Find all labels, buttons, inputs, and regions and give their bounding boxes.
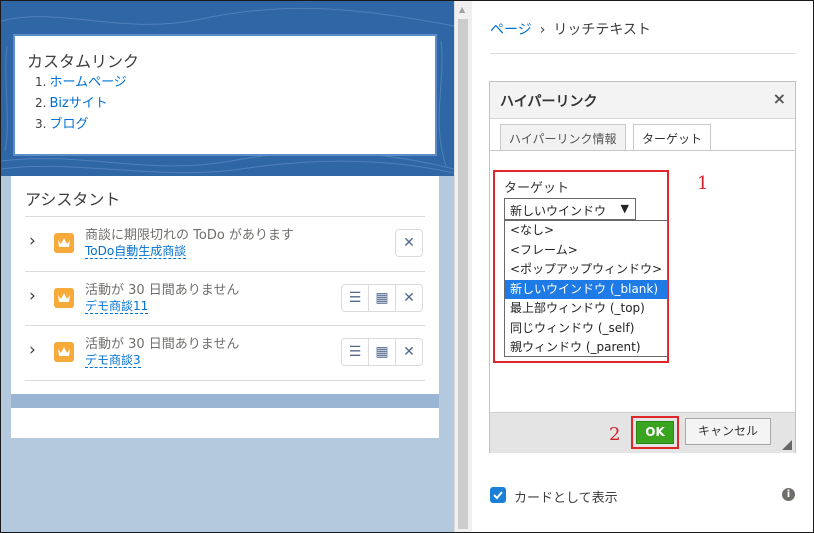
row-actions: ☰ ▦ ✕ [341, 338, 423, 366]
target-select[interactable]: 新しいウインドウ ▼ [504, 198, 636, 220]
chevron-right-icon[interactable]: › [29, 340, 36, 360]
dialog-footer: 2 OK キャンセル [490, 412, 795, 453]
component-separator [11, 394, 439, 408]
tab-target[interactable]: ターゲット [633, 124, 712, 151]
biz-site-link[interactable]: Bizサイト [49, 96, 107, 111]
opportunity-link[interactable]: ToDo自動生成商談 [85, 244, 187, 259]
close-icon: ✕ [403, 290, 415, 306]
close-icon[interactable]: × [773, 89, 786, 108]
task-list-icon: ☰ [348, 290, 362, 306]
list-number: 3. [35, 117, 47, 131]
list-item: 3. ブログ [35, 114, 127, 135]
option-parent[interactable]: 親ウィンドウ (_parent) [505, 338, 667, 358]
calendar-icon: ▦ [375, 344, 389, 360]
opportunity-link[interactable]: デモ商談3 [85, 353, 141, 368]
new-event-button[interactable]: ▦ [368, 338, 396, 366]
breadcrumb-separator: › [539, 22, 546, 38]
calendar-icon: ▦ [375, 290, 389, 306]
info-icon[interactable]: i [782, 488, 795, 501]
chevron-right-icon[interactable]: › [29, 286, 36, 306]
page-canvas: カスタムリンク 1. ホームページ 2. Bizサイト 3. ブログ アシスタント › [1, 1, 454, 532]
annotation-number-1: 1 [697, 173, 709, 194]
row-actions: ☰ ▦ ✕ [341, 284, 423, 312]
dismiss-button[interactable]: ✕ [395, 229, 423, 257]
dialog-title: ハイパーリンク [500, 94, 598, 110]
list-item: 2. Bizサイト [35, 93, 127, 114]
target-options-list: <なし> <フレーム> <ポップアップウィンドウ> 新しいウインドウ (_bla… [504, 220, 668, 357]
target-select-value: 新しいウインドウ [510, 204, 607, 218]
blog-link[interactable]: ブログ [49, 117, 88, 132]
opportunity-link[interactable]: デモ商談11 [85, 299, 149, 314]
custom-links-card: カスタムリンク 1. ホームページ 2. Bizサイト 3. ブログ [13, 34, 437, 156]
assistant-message: 商談に期限切れの ToDo があります [85, 228, 294, 243]
row-actions: ✕ [395, 229, 423, 257]
screenshot-frame: カスタムリンク 1. ホームページ 2. Bizサイト 3. ブログ アシスタント › [0, 0, 814, 533]
caret-down-icon: ▼ [620, 202, 629, 215]
crown-icon [54, 288, 74, 308]
option-none[interactable]: <なし> [505, 221, 667, 241]
list-number: 1. [35, 75, 47, 89]
option-self[interactable]: 同じウィンドウ (_self) [505, 319, 667, 339]
assistant-message: 活動が 30 日間ありません [85, 337, 240, 352]
breadcrumb-page-link[interactable]: ページ [490, 22, 532, 38]
close-icon: ✕ [403, 235, 415, 251]
option-frame[interactable]: <フレーム> [505, 241, 667, 261]
crown-icon [54, 342, 74, 362]
new-task-button[interactable]: ☰ [341, 284, 369, 312]
dialog-header: ハイパーリンク × [490, 82, 795, 119]
assistant-row: › 活動が 30 日間ありません デモ商談3 ☰ ▦ ✕ [25, 325, 425, 381]
target-label: ターゲット [504, 181, 570, 196]
ok-button[interactable]: OK [636, 421, 674, 444]
scrollbar-thumb[interactable] [458, 19, 468, 529]
chevron-right-icon[interactable]: › [29, 231, 36, 251]
task-list-icon: ☰ [348, 344, 362, 360]
annotation-box-1: ターゲット 新しいウインドウ ▼ <なし> <フレーム> <ポップアップウィンド… [493, 170, 669, 363]
new-event-button[interactable]: ▦ [368, 284, 396, 312]
tab-hyperlink-info[interactable]: ハイパーリンク情報 [500, 124, 626, 150]
assistant-row: › 商談に期限切れの ToDo があります ToDo自動生成商談 ✕ [25, 216, 425, 271]
option-popup[interactable]: <ポップアップウィンドウ> [505, 260, 667, 280]
vertical-scrollbar[interactable]: ▲ [454, 1, 472, 532]
assistant-card: アシスタント › 商談に期限切れの ToDo があります ToDo自動生成商談 … [11, 176, 439, 394]
scroll-up-icon[interactable]: ▲ [459, 5, 465, 14]
checkmark-icon [493, 491, 503, 500]
custom-links-title: カスタムリンク [27, 52, 140, 71]
list-number: 2. [35, 96, 47, 110]
properties-panel: ページ › リッチテキスト ハイパーリンク × ハイパーリンク情報 ターゲット ター… [472, 1, 813, 532]
homepage-link[interactable]: ホームページ [49, 75, 126, 90]
cancel-button[interactable]: キャンセル [685, 418, 771, 445]
assistant-row: › 活動が 30 日間ありません デモ商談11 ☰ ▦ ✕ [25, 271, 425, 326]
resize-handle-icon[interactable] [782, 440, 792, 450]
list-item: 1. ホームページ [35, 72, 127, 93]
new-task-button[interactable]: ☰ [341, 338, 369, 366]
annotation-number-2: 2 [609, 424, 621, 445]
assistant-title: アシスタント [25, 190, 121, 209]
option-top[interactable]: 最上部ウィンドウ (_top) [505, 299, 667, 319]
empty-component[interactable] [11, 408, 439, 438]
crown-icon [54, 233, 74, 253]
dismiss-button[interactable]: ✕ [395, 338, 423, 366]
option-blank[interactable]: 新しいウインドウ (_blank) [505, 279, 667, 299]
custom-links-list: 1. ホームページ 2. Bizサイト 3. ブログ [35, 72, 127, 135]
close-icon: ✕ [403, 344, 415, 360]
divider [490, 53, 795, 54]
breadcrumb: ページ › リッチテキスト [490, 19, 651, 39]
dismiss-button[interactable]: ✕ [395, 284, 423, 312]
assistant-message: 活動が 30 日間ありません [85, 283, 240, 298]
breadcrumb-current: リッチテキスト [553, 22, 651, 38]
annotation-box-2: OK [631, 416, 679, 449]
hyperlink-dialog: ハイパーリンク × ハイパーリンク情報 ターゲット ターゲット 新しいウインドウ… [489, 81, 796, 453]
card-display-checkbox[interactable] [490, 487, 506, 503]
card-display-label: カードとして表示 [514, 491, 618, 506]
target-tab-panel: ターゲット 新しいウインドウ ▼ <なし> <フレーム> <ポップアップウィンド… [490, 150, 795, 411]
